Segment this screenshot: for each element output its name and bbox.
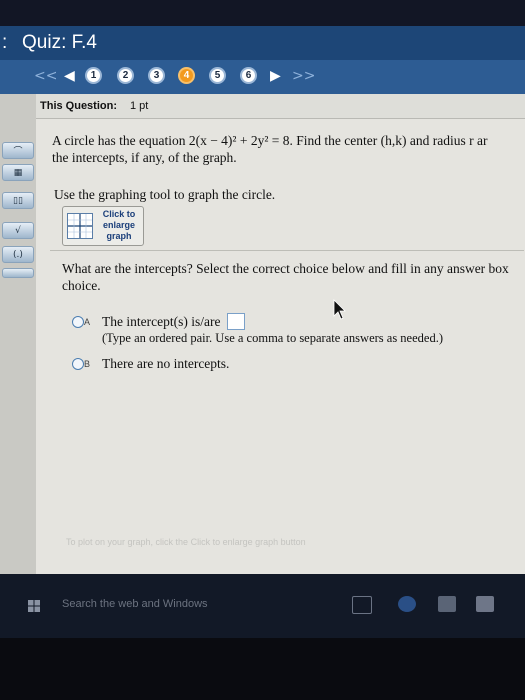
question-text-line-2: the intercepts, if any, of the graph.	[52, 150, 237, 165]
sidebar-tool-3-icon[interactable]: ▯▯	[2, 192, 34, 209]
option-a-radio[interactable]	[72, 316, 84, 328]
option-b-radio[interactable]	[72, 358, 84, 370]
task-view-icon[interactable]	[352, 596, 372, 614]
question-3-button[interactable]: 3	[148, 67, 165, 84]
windows-taskbar: Search the web and Windows	[0, 574, 525, 638]
intercept-answer-input[interactable]	[227, 313, 245, 330]
question-6-button[interactable]: 6	[240, 67, 257, 84]
store-icon[interactable]	[476, 596, 494, 612]
title-bar: : Quiz: F.4	[0, 26, 525, 60]
question-header: This Question: 1 pt	[36, 94, 525, 119]
option-b-letter: B	[84, 359, 91, 369]
sidebar-tool-1-icon[interactable]: ⌒	[2, 142, 34, 159]
taskbar-search-box[interactable]: Search the web and Windows	[62, 598, 208, 610]
option-a-letter: A	[84, 317, 91, 327]
sidebar-tool-4-icon[interactable]: √	[2, 222, 34, 239]
question-1-button[interactable]: 1	[85, 67, 102, 84]
mouse-pointer-icon	[333, 299, 346, 320]
graph-hint-text: To plot on your graph, click the Click t…	[66, 537, 306, 547]
question-panel: This Question: 1 pt A circle has the equ…	[36, 94, 525, 574]
title-prefix: :	[2, 32, 8, 53]
last-question-icon[interactable]: >>	[292, 68, 315, 84]
quiz-title: Quiz: F.4	[22, 32, 97, 53]
screen-bezel-top	[0, 0, 525, 26]
graph-instruction: Use the graphing tool to graph the circl…	[54, 187, 276, 202]
question-nav-bar: << ◀ 1 2 3 4 5 6 ▶ >>	[0, 60, 525, 94]
option-a-text: The intercept(s) is/are	[102, 314, 221, 329]
enlarge-graph-button[interactable]: Click to enlarge graph	[62, 206, 144, 246]
question-points: 1 pt	[130, 100, 149, 112]
screen-bezel-bottom	[0, 638, 525, 700]
sidebar-more-icon[interactable]	[2, 268, 34, 278]
intercepts-question-line-2: choice.	[62, 278, 101, 293]
first-question-icon[interactable]: <<	[34, 68, 57, 84]
question-header-label: This Question:	[40, 100, 117, 112]
question-4-button[interactable]: 4	[178, 67, 195, 84]
enlarge-graph-label: Click to enlarge graph	[102, 209, 136, 241]
next-question-icon[interactable]: ▶	[270, 68, 281, 84]
edge-browser-icon[interactable]	[398, 596, 416, 612]
sidebar-tool-5-icon[interactable]: (.)	[2, 246, 34, 263]
option-a-hint: (Type an ordered pair. Use a comma to se…	[102, 331, 443, 345]
option-b-text: There are no intercepts.	[102, 356, 230, 371]
question-2-button[interactable]: 2	[117, 67, 134, 84]
intercepts-question-line-1: What are the intercepts? Select the corr…	[62, 261, 509, 276]
section-divider	[50, 250, 524, 251]
question-5-button[interactable]: 5	[209, 67, 226, 84]
graph-grid-icon	[67, 213, 93, 239]
windows-start-icon[interactable]	[28, 600, 40, 612]
tool-sidebar: ⌒ ▦ ▯▯ √ (.)	[0, 94, 36, 574]
file-explorer-icon[interactable]	[438, 596, 456, 612]
sidebar-tool-2-icon[interactable]: ▦	[2, 164, 34, 181]
previous-question-icon[interactable]: ◀	[64, 68, 75, 84]
question-text-line-1: A circle has the equation 2(x − 4)² + 2y…	[52, 133, 488, 148]
